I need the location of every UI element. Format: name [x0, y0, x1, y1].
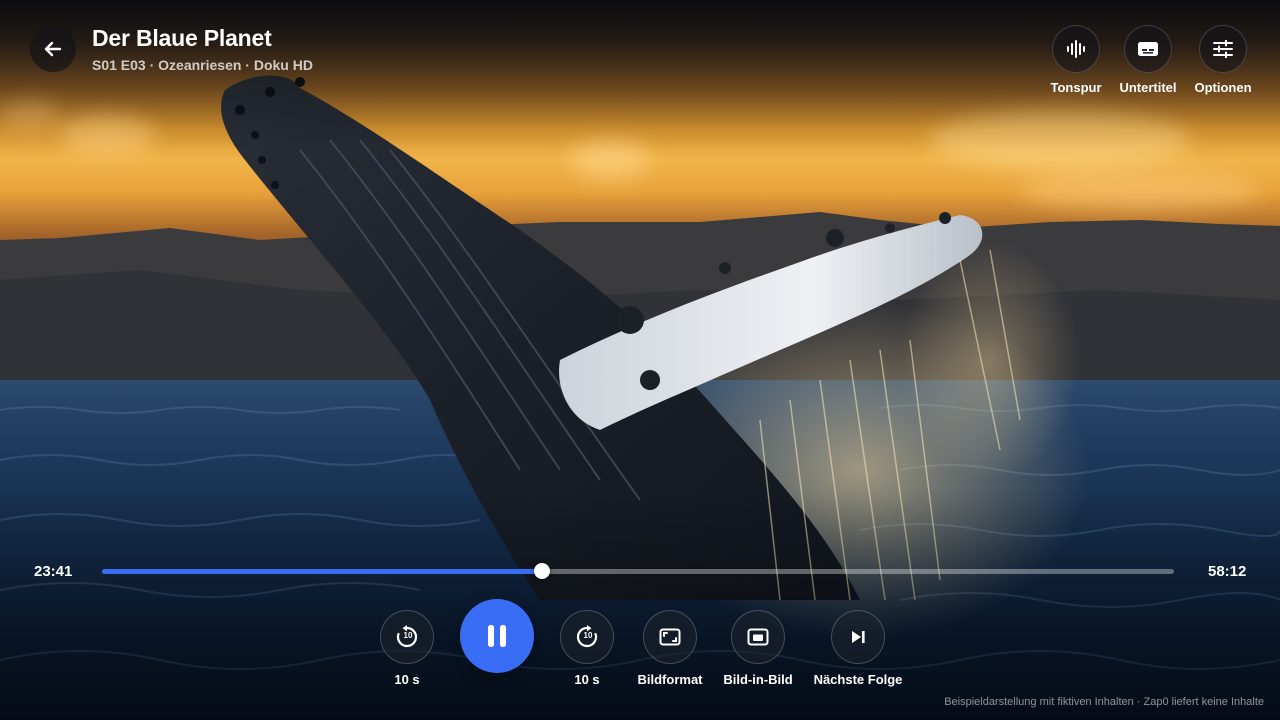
aspect-ratio-icon — [659, 628, 681, 646]
next-episode-button[interactable]: Nächste Folge — [798, 610, 918, 687]
next-episode-label: Nächste Folge — [813, 672, 903, 687]
subtitles-label: Untertitel — [1119, 80, 1177, 95]
options-label: Optionen — [1194, 80, 1252, 95]
forward-label: 10 s — [574, 672, 600, 687]
pip-label: Bild-in-Bild — [723, 672, 793, 687]
disclaimer-text: Beispieldarstellung mit fiktiven Inhalte… — [944, 696, 1264, 708]
episode-title: Der Blaue Planet — [92, 25, 272, 51]
arrow-left-icon — [44, 41, 62, 57]
audio-track-circle[interactable] — [1052, 25, 1100, 73]
rewind-10-number: 10 — [403, 631, 413, 640]
forward-10-number: 10 — [583, 631, 593, 640]
skip-next-icon — [852, 631, 865, 643]
subtitles-circle[interactable] — [1124, 25, 1172, 73]
episode-subtitle: S01 E03 · Ozeanriesen · Doku HD — [92, 57, 313, 73]
pause-icon — [488, 625, 506, 647]
elapsed-time: 23:41 — [34, 563, 73, 580]
aspect-ratio-label: Bildformat — [637, 672, 703, 687]
progress-fill — [102, 569, 542, 574]
subtitles-icon — [1138, 42, 1158, 56]
pause-button[interactable] — [460, 599, 534, 673]
picture-in-picture-icon — [747, 628, 769, 646]
rewind-label: 10 s — [394, 672, 420, 687]
options-circle[interactable] — [1199, 25, 1247, 73]
progress-bar[interactable] — [102, 563, 1174, 579]
progress-thumb[interactable] — [533, 563, 550, 579]
forward-circle[interactable]: 10 — [560, 610, 614, 664]
audio-wave-icon — [1067, 40, 1085, 58]
options-button[interactable]: Optionen — [1178, 25, 1268, 95]
audio-track-label: Tonspur — [1050, 80, 1102, 95]
sliders-icon — [1213, 40, 1233, 58]
back-button[interactable] — [30, 26, 76, 72]
aspect-ratio-circle[interactable] — [643, 610, 697, 664]
total-time: 58:12 — [1208, 563, 1247, 580]
rewind-circle[interactable]: 10 — [380, 610, 434, 664]
next-episode-circle[interactable] — [831, 610, 885, 664]
pip-circle[interactable] — [731, 610, 785, 664]
rewind-10-button[interactable]: 10 10 s — [347, 610, 467, 687]
